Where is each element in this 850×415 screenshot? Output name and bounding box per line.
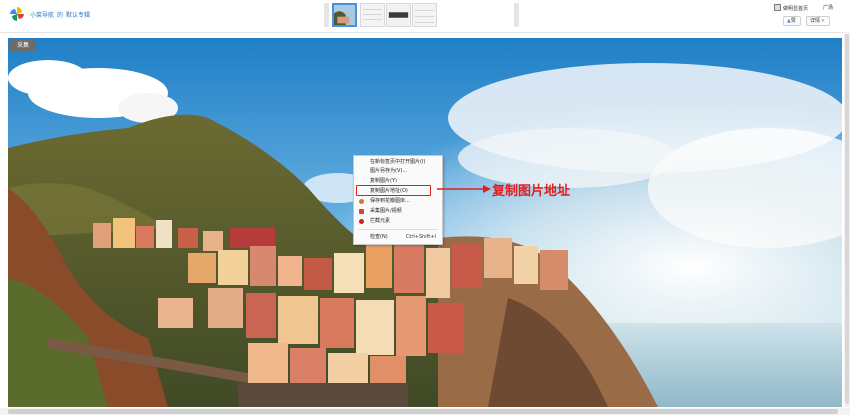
follow-label: 做明显首页 bbox=[783, 6, 809, 12]
vertical-scrollbar-thumb[interactable] bbox=[845, 34, 849, 404]
like-label: 赞 bbox=[790, 18, 796, 24]
plaza-link[interactable]: 广场 bbox=[823, 4, 833, 11]
breadcrumb-user-link[interactable]: 小菜导航 bbox=[30, 12, 54, 19]
follow-checkbox[interactable]: 做明显首页 bbox=[774, 4, 808, 12]
menu-item-label: 在新标签页中打开图片(I) bbox=[370, 159, 426, 165]
breadcrumb: 小菜导航的默认专辑 bbox=[30, 10, 93, 19]
collect-icon bbox=[359, 209, 364, 214]
menu-item-label: 检查(N) bbox=[370, 234, 388, 240]
annotation-label: 复制图片地址 bbox=[492, 184, 571, 199]
menu-item-label: 保存到花瓣图床... bbox=[370, 198, 410, 204]
arrow-right-icon bbox=[437, 185, 491, 193]
huaban-icon bbox=[359, 199, 364, 204]
like-button[interactable]: ▲赞 bbox=[783, 16, 801, 26]
menu-separator bbox=[358, 229, 438, 230]
menu-item-label: 采集图片/视频 bbox=[370, 208, 402, 214]
menu-item-label: 拦截元素 bbox=[370, 218, 391, 224]
top-bar: 小菜导航的默认专辑 做明显首页 广场 ▲赞 详情 ▾ bbox=[0, 0, 850, 33]
menu-item-label: 图片另存为(V)... bbox=[370, 168, 408, 174]
menu-item-collect-media[interactable]: 采集图片/视频 bbox=[356, 207, 440, 216]
menu-item-open-new-tab[interactable]: 在新标签页中打开图片(I) bbox=[356, 158, 440, 167]
menu-item-inspect[interactable]: 检查(N) Ctrl+Shift+I bbox=[356, 233, 440, 242]
menu-item-block-element[interactable]: 拦截元素 bbox=[356, 217, 440, 226]
thumbnail-item[interactable] bbox=[386, 3, 411, 27]
thumbnail-strip bbox=[324, 2, 520, 28]
thumbnail-next-button[interactable] bbox=[514, 3, 519, 27]
menu-item-shortcut: Ctrl+Shift+I bbox=[405, 234, 436, 240]
breadcrumb-separator: 的 bbox=[57, 12, 64, 19]
thumbnail-prev-button[interactable] bbox=[324, 3, 329, 27]
block-icon bbox=[359, 219, 364, 224]
highlight-box bbox=[356, 185, 431, 196]
context-menu: 在新标签页中打开图片(I) 图片另存为(V)... 复制图片(Y) 复制图片地址… bbox=[353, 155, 443, 245]
checkbox-icon[interactable] bbox=[774, 4, 781, 11]
thumbnail-item[interactable] bbox=[360, 3, 385, 27]
pinwheel-logo-icon[interactable] bbox=[9, 6, 25, 22]
menu-item-save-image-as[interactable]: 图片另存为(V)... bbox=[356, 167, 440, 176]
thumbnail-current[interactable] bbox=[332, 3, 357, 27]
horizontal-scrollbar-thumb[interactable] bbox=[8, 409, 838, 414]
menu-item-save-to-huaban[interactable]: 保存到花瓣图床... bbox=[356, 197, 440, 206]
detail-button[interactable]: 详情 ▾ bbox=[806, 16, 830, 26]
detail-label: 详情 bbox=[810, 18, 821, 24]
thumbnail-item[interactable] bbox=[412, 3, 437, 27]
breadcrumb-album-link[interactable]: 默认专辑 bbox=[66, 12, 90, 19]
collect-button[interactable]: 采集 bbox=[10, 40, 36, 51]
chevron-down-icon: ▾ bbox=[821, 18, 825, 24]
